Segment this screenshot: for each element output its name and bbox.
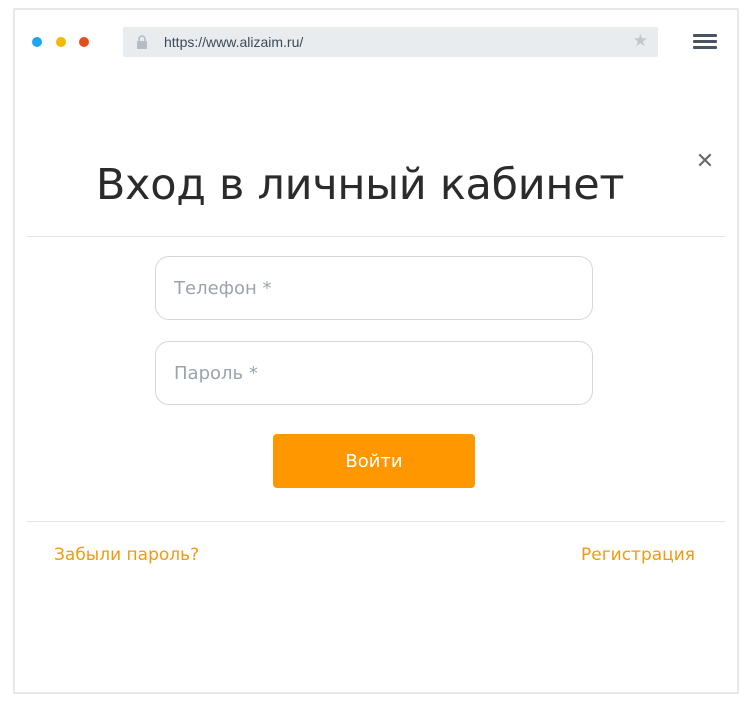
page-title: Вход в личный кабинет [95,160,625,210]
address-bar[interactable]: https://www.alizaim.ru/ ★ [123,27,658,57]
minimize-window-dot[interactable] [56,37,66,47]
lock-icon [137,35,147,49]
password-input[interactable] [174,342,574,404]
close-window-dot[interactable] [32,37,42,47]
url-text: https://www.alizaim.ru/ [164,34,304,50]
divider-top [27,236,725,237]
bookmark-star-icon[interactable]: ★ [633,31,648,51]
password-field-wrapper [155,341,593,405]
register-link[interactable]: Регистрация [581,545,695,565]
phone-field-wrapper [155,256,593,320]
forgot-password-link[interactable]: Забыли пароль? [54,545,199,565]
divider-bottom [27,521,725,522]
phone-input[interactable] [174,257,574,319]
maximize-window-dot[interactable] [79,37,89,47]
hamburger-menu-icon[interactable] [693,34,717,50]
login-button[interactable]: Войти [273,434,475,488]
browser-window: https://www.alizaim.ru/ ★ ✕ Вход в личны… [13,8,739,694]
browser-toolbar: https://www.alizaim.ru/ ★ [15,10,737,70]
